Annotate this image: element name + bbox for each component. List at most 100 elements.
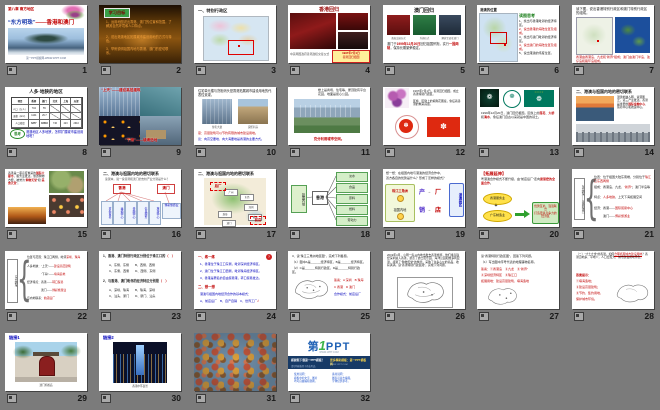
slide-number: 13 (549, 147, 559, 157)
transition-icon[interactable] (7, 230, 17, 239)
slide-thumbnail-23[interactable]: 1、香港、澳门特别行政区分别位于珠江口的（ ） A、东侧、东侧 B、西侧、西侧 … (99, 251, 181, 309)
transition-icon[interactable] (196, 394, 206, 403)
question-line: 2、与香港、澳门毗邻的经济特区分别是（ ） (103, 279, 179, 283)
slide-thumbnail-12[interactable]: 1997年7月1日，香港回归祖国，成立香港特别行政区。 区旗、区徽上的紫荆花图案… (383, 87, 465, 145)
slide-thumbnail-17[interactable]: 二、港澳与祖国内地的密切联系 广州 东莞 深圳 珠海 澳门 香港 后厂 前店 (194, 169, 276, 227)
slide-thumbnail-18[interactable]: 祖国内地 香港 淡水 食品 原料 燃料 劳动力 (288, 169, 370, 227)
slide-cell-20: 【拓展延伸】 粤港澳合作模式不断升级，由“前店后厂”走向更紧密的全面合作。 香港… (477, 169, 559, 240)
slide-thumbnail-8[interactable]: 人多·地狭的地区 项目 香港 澳门 北京 上海 天津 人口（万人） 704 55 面积（km²… (5, 87, 87, 145)
slide-thumbnail-26[interactable]: 2019年4月，小明一家从内地出发去香港旅游。他们乘高铁经深圳进入香港，游览了迪… (383, 251, 465, 309)
slide-thumbnail-7[interactable]: 读下图，说出香港特别行政区和澳门特别行政区的组成。 香港由香港岛、九龙和“新界”… (572, 5, 654, 63)
transition-icon[interactable] (290, 394, 300, 403)
transition-icon[interactable] (479, 148, 489, 157)
transition-icon[interactable] (479, 312, 489, 321)
slide-footer: 1 (5, 63, 87, 76)
transition-icon[interactable] (385, 312, 395, 321)
slide-thumbnail-3[interactable]: 一、特别行政区 (194, 5, 276, 63)
slide-number: 32 (360, 393, 370, 403)
slide-thumbnail-29[interactable]: 链接1 澳门妈阁庙 (5, 333, 87, 391)
slide-thumbnail-2[interactable]: 学习目标 1、运用地图说出香港、澳门的位置和范围，了解其自然环境和人口特点。 2… (99, 5, 181, 63)
map-dot (238, 45, 240, 47)
slide-thumbnail-5[interactable]: 澳门回归 政权交接仪式 升旗仪式 解放军进驻澳门 澳门于1999年12月20日回… (383, 5, 465, 63)
qmark-glyph: ? (268, 255, 270, 259)
slide-cell-32: 第1PPT WWW.1PPT.COM 感谢您下载第一PPT模板！ 请勿将模板用于… (288, 333, 370, 404)
food-collage-photo (194, 333, 276, 391)
slide-cell-10: 住宅单元楼与货柜码头是香港拓展城市建设用地的代表性景观。 住宅大厦 货柜码头 思… (194, 87, 276, 158)
slide-cell-27: 读“香港特别行政区图”，回答下列问题。 （1）写出图中序号代表的地理事物名称。 … (477, 251, 559, 322)
flag-photo (338, 13, 368, 30)
transition-icon[interactable] (574, 148, 584, 157)
slide-cell-6: 港澳的位置 读图思考 1、找出与香港毗邻的经济特区。 2、说出香港的海陆位置及组… (477, 5, 559, 76)
slide-thumbnail-20[interactable]: 【拓展延伸】 粤港澳合作模式不断升级，由“前店后厂”走向更紧密的全面合作。 香港… (477, 169, 559, 227)
transition-icon[interactable] (479, 66, 489, 75)
transition-icon[interactable] (574, 230, 584, 239)
transition-icon[interactable] (290, 66, 300, 75)
transition-icon[interactable] (290, 230, 300, 239)
transition-icon[interactable] (7, 66, 17, 75)
slide-thumbnail-6[interactable]: 港澳的位置 读图思考 1、找出与香港毗邻的经济特区。 2、说出香港的海陆位置及组… (477, 5, 559, 63)
transition-icon[interactable] (574, 312, 584, 321)
transition-icon[interactable] (196, 66, 206, 75)
transition-icon[interactable] (385, 230, 395, 239)
question-mark-icon: ? (266, 254, 272, 260)
factory-char: 厂 (435, 190, 442, 196)
slide-thumbnail-31[interactable] (194, 333, 276, 391)
transition-icon[interactable] (7, 312, 17, 321)
slide-thumbnail-28[interactable]: （二）“寸土寸金”的香港，如何合理拓展城市建设用地？香港山地多、平地少，人口密度… (572, 251, 654, 309)
transition-icon[interactable] (290, 148, 300, 157)
ceremony-photo (387, 15, 410, 35)
slide-thumbnail-15[interactable]: 香港是一座高度繁荣的国际大都市，服务业发达，旅游购物方便，被誉为“购物天堂”和“… (5, 169, 87, 227)
table-cell: 人口（万人） (12, 105, 29, 113)
slide-thumbnail-32[interactable]: 第1PPT WWW.1PPT.COM 感谢您下载第一PPT模板！ 请勿将模板用于… (288, 333, 370, 391)
slide-thumbnail-22[interactable]: “东方明珠” { 位置与范围：珠江口两侧，毗邻深圳、珠海 人多地狭：“上天”——… (5, 251, 87, 309)
transition-icon[interactable] (479, 230, 489, 239)
option-line: A、东侧、东侧 B、西侧、西侧 (109, 263, 156, 267)
text-run: ，上天下海拓展空间 (615, 195, 643, 199)
slide-cell-21: 东方明珠——香港和澳门 { 位置：位于祖国大陆东南端，分别位于珠江口东西两侧 组… (572, 169, 654, 240)
intro-text: 住宅单元楼与货柜码头是香港拓展城市建设用地的代表性景观。 (198, 89, 272, 97)
transition-icon[interactable] (196, 230, 206, 239)
mainland-label: 祖国内地 (393, 208, 407, 212)
transition-icon[interactable] (290, 312, 300, 321)
slide-thumbnail-4[interactable]: 香港回归 中英两国政府香港政权交接仪式 1997年7月1日 香港回归祖国 (288, 5, 370, 63)
produce-char: 产 (419, 190, 426, 196)
transition-icon[interactable] (196, 312, 206, 321)
transition-icon[interactable] (101, 312, 111, 321)
slide-thumbnail-25[interactable]: 3、读“珠江三角洲地区图”，完成下列各题。 （1）图中A是______经济特区，… (288, 251, 370, 309)
transition-icon[interactable] (101, 394, 111, 403)
logo-subtext: WWW.1PPT.COM (319, 351, 339, 354)
slide-thumbnail-14[interactable]: 二、港澳与祖国内地的密切联系 港澳地狭人稠、资源匮乏，第三产业发达。香港是重要的… (572, 87, 654, 145)
slide-thumbnail-19[interactable]: 想一想：在祖国内地与港澳的经济合作中， 双方各自的优势是什么？形成了怎样的模式？… (383, 169, 465, 227)
map-dot (504, 44, 506, 46)
slide-number: 16 (171, 229, 181, 239)
delta-outline-map (295, 280, 328, 299)
slide-thumbnail-30[interactable]: 链接2 香港中环夜景 (99, 333, 181, 391)
transition-icon[interactable] (101, 230, 111, 239)
slide-thumbnail-10[interactable]: 住宅单元楼与货柜码头是香港拓展城市建设用地的代表性景观。 住宅大厦 货柜码头 思… (194, 87, 276, 145)
slide-thumbnail-1[interactable]: 第八章 南方地区 “东方明珠”——香港和澳门 第一PPT模板网-WWW.1PPT… (5, 5, 87, 63)
slide-thumbnail-27[interactable]: 读“香港特别行政区图”，回答下列问题。 （1）写出图中序号代表的地理事物名称。 … (477, 251, 559, 309)
transition-icon[interactable] (385, 148, 395, 157)
slide-thumbnail-13[interactable]: ❁ ❁ ⋆⋆⋆⋆⋆ ❁ 1999年12月20日，澳门回归祖国。区旗上的莲花、大桥… (477, 87, 559, 145)
slide-thumbnail-21[interactable]: 东方明珠——香港和澳门 { 位置：位于祖国大陆东南端，分别位于珠江口东西两侧 组… (572, 169, 654, 227)
slide-thumbnail-16[interactable]: 二、港澳与祖国内地的密切联系 读课本，说一说香港和澳门的支柱产业分别是什么？ 香… (99, 169, 181, 227)
temple-photo (11, 342, 83, 382)
transition-icon[interactable] (101, 148, 111, 157)
slide-cell-29: 链接1 澳门妈阁庙 29 (5, 333, 87, 404)
transition-icon[interactable] (7, 394, 17, 403)
transition-icon[interactable] (385, 66, 395, 75)
highlight-term: 建设高层建筑 (54, 264, 71, 268)
question-line: （1）写出图中序号代表的地理事物名称。 (481, 260, 537, 264)
exercise-line: 1、香港位于珠江口东侧，毗邻深圳经济特区。 (200, 262, 262, 266)
slide-thumbnail-9[interactable]: “上天”——建设高层建筑 “下海”——填海造地 (99, 87, 181, 145)
body-text: 粤港澳合作模式不断升级，由“前店后厂”走向更紧密的全面合作。 (481, 177, 555, 186)
transition-icon[interactable] (196, 148, 206, 157)
transition-icon[interactable] (7, 148, 17, 157)
answer-line: 合作模式：前店后厂 (334, 292, 362, 296)
slide-thumbnail-11[interactable]: 楼上是商场、住宅等，屋顶建有平台花园，地面是街心公园。 充分利用城市空间。 (288, 87, 370, 145)
slide-thumbnail-24[interactable]: 一、练一练 ? 1、香港位于珠江口东侧，毗邻深圳经济特区。 2、澳门位于珠江口西… (194, 251, 276, 309)
transition-icon[interactable] (101, 66, 111, 75)
transition-icon[interactable] (574, 66, 584, 75)
table-cell: 面积（km²） (12, 112, 29, 121)
container-port-photo (238, 99, 268, 124)
